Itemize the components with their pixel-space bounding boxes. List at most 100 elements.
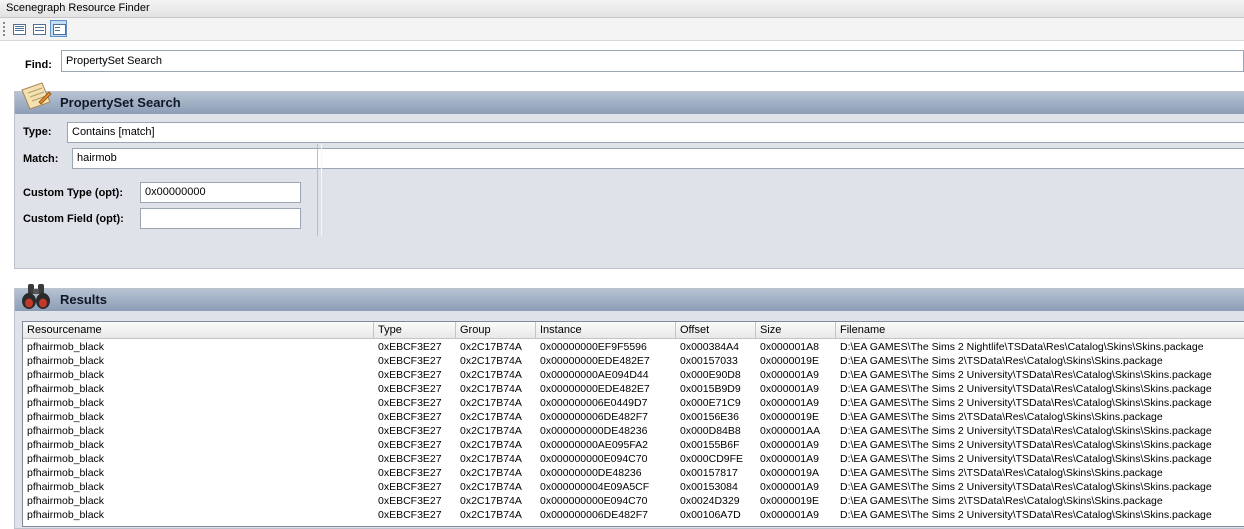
tile-view-icon <box>53 24 66 35</box>
group-cell: 0x2C17B74A <box>460 411 522 423</box>
instance-cell: 0x000000006E0449D7 <box>540 397 648 409</box>
binoculars-icon <box>22 284 50 309</box>
size-cell: 0x000001A9 <box>760 397 819 409</box>
instance-cell: 0x00000000EF9F5596 <box>540 341 647 353</box>
col-instance-header[interactable]: Instance <box>536 322 676 338</box>
group-cell: 0x2C17B74A <box>460 355 522 367</box>
list-view-button[interactable] <box>10 20 27 37</box>
instance-cell: 0x00000000AE094D44 <box>540 369 649 381</box>
type-cell: 0xEBCF3E27 <box>378 439 442 451</box>
size-cell: 0x000001A9 <box>760 509 819 521</box>
table-row[interactable]: pfhairmob_black 0xEBCF3E27 0x2C17B74A 0x000… <box>23 424 1244 438</box>
offset-cell: 0x00106A7D <box>680 509 741 521</box>
type-cell: 0xEBCF3E27 <box>378 355 442 367</box>
type-label: Type: <box>23 126 52 138</box>
results-panel-title: Results <box>60 292 107 307</box>
custom-field-label: Custom Field (opt): <box>23 213 124 225</box>
offset-cell: 0x000E71C9 <box>680 397 741 409</box>
resourcename-cell: pfhairmob_black <box>27 383 105 395</box>
filename-cell: D:\EA GAMES\The Sims 2 University\TSData… <box>840 425 1212 437</box>
col-resourcename-header[interactable]: Resourcename <box>23 322 374 338</box>
type-cell: 0xEBCF3E27 <box>378 481 442 493</box>
table-row[interactable]: pfhairmob_black 0xEBCF3E27 0x2C17B74A 0x000… <box>23 410 1244 424</box>
filename-cell: D:\EA GAMES\The Sims 2 University\TSData… <box>840 481 1212 493</box>
resourcename-cell: pfhairmob_black <box>27 397 105 409</box>
title-bar: Scenegraph Resource Finder <box>0 0 1244 18</box>
panel-splitter[interactable] <box>317 144 322 236</box>
type-cell: 0xEBCF3E27 <box>378 383 442 395</box>
type-cell: 0xEBCF3E27 <box>378 509 442 521</box>
size-cell: 0x0000019E <box>760 355 819 367</box>
offset-cell: 0x00155B6F <box>680 439 740 451</box>
resourcename-cell: pfhairmob_black <box>27 481 105 493</box>
custom-type-input[interactable]: 0x00000000 <box>140 182 301 203</box>
type-cell: 0xEBCF3E27 <box>378 397 442 409</box>
type-cell: 0xEBCF3E27 <box>378 467 442 479</box>
type-cell: 0xEBCF3E27 <box>378 369 442 381</box>
offset-cell: 0x000D84B8 <box>680 425 741 437</box>
type-cell: 0xEBCF3E27 <box>378 425 442 437</box>
group-cell: 0x2C17B74A <box>460 397 522 409</box>
resourcename-cell: pfhairmob_black <box>27 453 105 465</box>
col-filename-header[interactable]: Filename <box>836 322 1244 338</box>
table-row[interactable]: pfhairmob_black 0xEBCF3E27 0x2C17B74A 0x000… <box>23 340 1244 354</box>
col-offset-header[interactable]: Offset <box>676 322 756 338</box>
table-row[interactable]: pfhairmob_black 0xEBCF3E27 0x2C17B74A 0x000… <box>23 480 1244 494</box>
match-input[interactable]: hairmob <box>72 148 1244 169</box>
resourcename-cell: pfhairmob_black <box>27 355 105 367</box>
size-cell: 0x0000019E <box>760 411 819 423</box>
window-title: Scenegraph Resource Finder <box>6 2 150 14</box>
resourcename-cell: pfhairmob_black <box>27 425 105 437</box>
property-search-icon <box>21 82 52 110</box>
filename-cell: D:\EA GAMES\The Sims 2 University\TSData… <box>840 509 1212 521</box>
table-row[interactable]: pfhairmob_black 0xEBCF3E27 0x2C17B74A 0x000… <box>23 494 1244 508</box>
table-row[interactable]: pfhairmob_black 0xEBCF3E27 0x2C17B74A 0x000… <box>23 368 1244 382</box>
table-row[interactable]: pfhairmob_black 0xEBCF3E27 0x2C17B74A 0x000… <box>23 508 1244 522</box>
offset-cell: 0x0024D329 <box>680 495 740 507</box>
size-cell: 0x000001A8 <box>760 341 819 353</box>
find-input[interactable]: PropertySet Search <box>61 50 1244 72</box>
group-cell: 0x2C17B74A <box>460 509 522 521</box>
group-cell: 0x2C17B74A <box>460 369 522 381</box>
type-cell: 0xEBCF3E27 <box>378 411 442 423</box>
size-cell: 0x000001A9 <box>760 369 819 381</box>
custom-field-input[interactable] <box>140 208 301 229</box>
resourcename-cell: pfhairmob_black <box>27 495 105 507</box>
search-panel: PropertySet Search Type: Contains [match… <box>14 82 1244 269</box>
type-select[interactable]: Contains [match] <box>67 122 1244 143</box>
table-row[interactable]: pfhairmob_black 0xEBCF3E27 0x2C17B74A 0x000… <box>23 396 1244 410</box>
offset-cell: 0x0015B9D9 <box>680 383 741 395</box>
col-size-header[interactable]: Size <box>756 322 836 338</box>
offset-cell: 0x00156E36 <box>680 411 739 423</box>
list-view-icon <box>13 24 26 35</box>
table-row[interactable]: pfhairmob_black 0xEBCF3E27 0x2C17B74A 0x000… <box>23 354 1244 368</box>
filename-cell: D:\EA GAMES\The Sims 2\TSData\Res\Catalo… <box>840 467 1163 479</box>
results-table[interactable]: Resourcename Type Group Instance Offset Size F… <box>22 321 1244 527</box>
filename-cell: D:\EA GAMES\The Sims 2 University\TSData… <box>840 453 1212 465</box>
table-row[interactable]: pfhairmob_black 0xEBCF3E27 0x2C17B74A 0x000… <box>23 438 1244 452</box>
col-type-header[interactable]: Type <box>374 322 456 338</box>
instance-cell: 0x00000000EDE482E7 <box>540 383 650 395</box>
table-row[interactable]: pfhairmob_black 0xEBCF3E27 0x2C17B74A 0x000… <box>23 452 1244 466</box>
custom-type-label: Custom Type (opt): <box>23 187 124 199</box>
resourcename-cell: pfhairmob_black <box>27 411 105 423</box>
size-cell: 0x0000019A <box>760 467 819 479</box>
resourcename-cell: pfhairmob_black <box>27 439 105 451</box>
table-row[interactable]: pfhairmob_black 0xEBCF3E27 0x2C17B74A 0x000… <box>23 466 1244 480</box>
filename-cell: D:\EA GAMES\The Sims 2 University\TSData… <box>840 369 1212 381</box>
resourcename-cell: pfhairmob_black <box>27 341 105 353</box>
table-row[interactable]: pfhairmob_black 0xEBCF3E27 0x2C17B74A 0x000… <box>23 382 1244 396</box>
find-label: Find: <box>25 59 52 71</box>
toolbar-grip[interactable] <box>3 22 5 36</box>
instance-cell: 0x000000000E094C70 <box>540 495 648 507</box>
toolbar <box>0 18 1244 41</box>
size-cell: 0x000001A9 <box>760 481 819 493</box>
details-view-icon <box>33 24 46 35</box>
instance-cell: 0x000000006DE482F7 <box>540 509 649 521</box>
offset-cell: 0x00153084 <box>680 481 738 493</box>
tile-view-button[interactable] <box>50 20 67 37</box>
details-view-button[interactable] <box>30 20 47 37</box>
filename-cell: D:\EA GAMES\The Sims 2\TSData\Res\Catalo… <box>840 495 1163 507</box>
group-cell: 0x2C17B74A <box>460 341 522 353</box>
col-group-header[interactable]: Group <box>456 322 536 338</box>
